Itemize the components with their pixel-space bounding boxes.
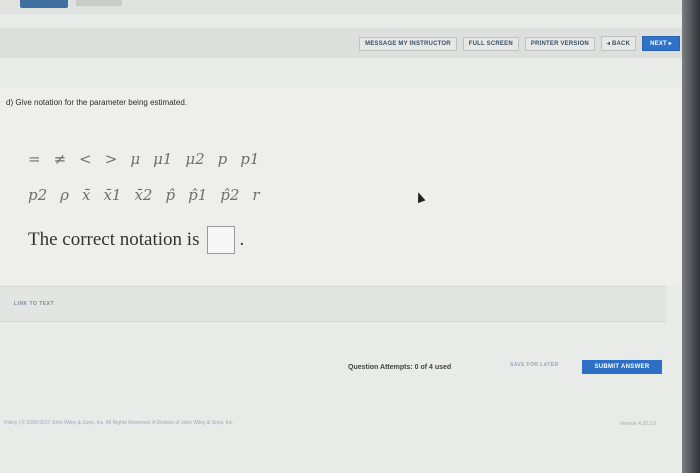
symbol-row-1: = ≠ < > μ μ1 μ2 p p1 bbox=[28, 150, 272, 168]
right-bezel bbox=[682, 0, 700, 473]
save-for-later-button[interactable]: SAVE FOR LATER bbox=[510, 362, 558, 368]
answer-drop-box[interactable] bbox=[207, 226, 236, 254]
symbol-mu1[interactable]: μ1 bbox=[153, 150, 172, 168]
printer-version-button[interactable]: PRINTER VERSION bbox=[524, 36, 595, 51]
symbol-not-equal[interactable]: ≠ bbox=[54, 150, 67, 168]
symbol-greater-than[interactable]: > bbox=[105, 150, 118, 168]
symbol-p[interactable]: p bbox=[218, 150, 228, 168]
submit-answer-button[interactable]: SUBMIT ANSWER bbox=[582, 360, 662, 374]
statement-period: . bbox=[239, 229, 245, 250]
version-label: Version 4.22.3.5 bbox=[620, 421, 657, 427]
secondary-tab[interactable] bbox=[76, 0, 122, 6]
symbol-row-2: p2 ρ x̄ x̄1 x̄2 p̂ p̂1 p̂2 r bbox=[28, 186, 273, 204]
symbol-mu[interactable]: μ bbox=[130, 150, 140, 168]
question-attempts: Question Attempts: 0 of 4 used bbox=[348, 364, 452, 371]
question-prompt: d) Give notation for the parameter being… bbox=[6, 98, 187, 107]
symbol-x-bar-2[interactable]: x̄2 bbox=[134, 186, 152, 204]
symbol-p-hat[interactable]: p̂ bbox=[165, 186, 175, 204]
symbol-p2[interactable]: p2 bbox=[28, 186, 47, 204]
symbol-less-than[interactable]: < bbox=[79, 150, 92, 168]
footer-copyright[interactable]: Policy | © 2000-2017 John Wiley & Sons, … bbox=[4, 420, 234, 426]
assignment-tab[interactable] bbox=[20, 0, 68, 8]
next-button[interactable]: NEXT ▸ bbox=[642, 36, 680, 51]
top-strip bbox=[0, 0, 700, 14]
link-to-text[interactable]: LINK TO TEXT bbox=[14, 301, 54, 307]
message-instructor-button[interactable]: MESSAGE MY INSTRUCTOR bbox=[359, 36, 457, 51]
answer-statement: The correct notation is . bbox=[28, 226, 244, 254]
symbol-equals[interactable]: = bbox=[28, 150, 41, 168]
toolbar: MESSAGE MY INSTRUCTOR FULL SCREEN PRINTE… bbox=[359, 36, 680, 51]
symbol-rho[interactable]: ρ bbox=[60, 186, 69, 204]
back-button[interactable]: ◂ BACK bbox=[600, 36, 637, 51]
symbol-r[interactable]: r bbox=[252, 186, 259, 204]
symbol-x-bar-1[interactable]: x̄1 bbox=[103, 186, 121, 204]
symbol-x-bar[interactable]: x̄ bbox=[82, 186, 90, 204]
symbol-mu2[interactable]: μ2 bbox=[185, 150, 204, 168]
symbol-p1[interactable]: p1 bbox=[240, 150, 259, 168]
symbol-p-hat-2[interactable]: p̂2 bbox=[220, 186, 239, 204]
symbol-p-hat-1[interactable]: p̂1 bbox=[188, 186, 207, 204]
statement-text: The correct notation is bbox=[28, 229, 200, 250]
full-screen-button[interactable]: FULL SCREEN bbox=[462, 36, 519, 51]
link-to-text-bar bbox=[0, 286, 666, 322]
